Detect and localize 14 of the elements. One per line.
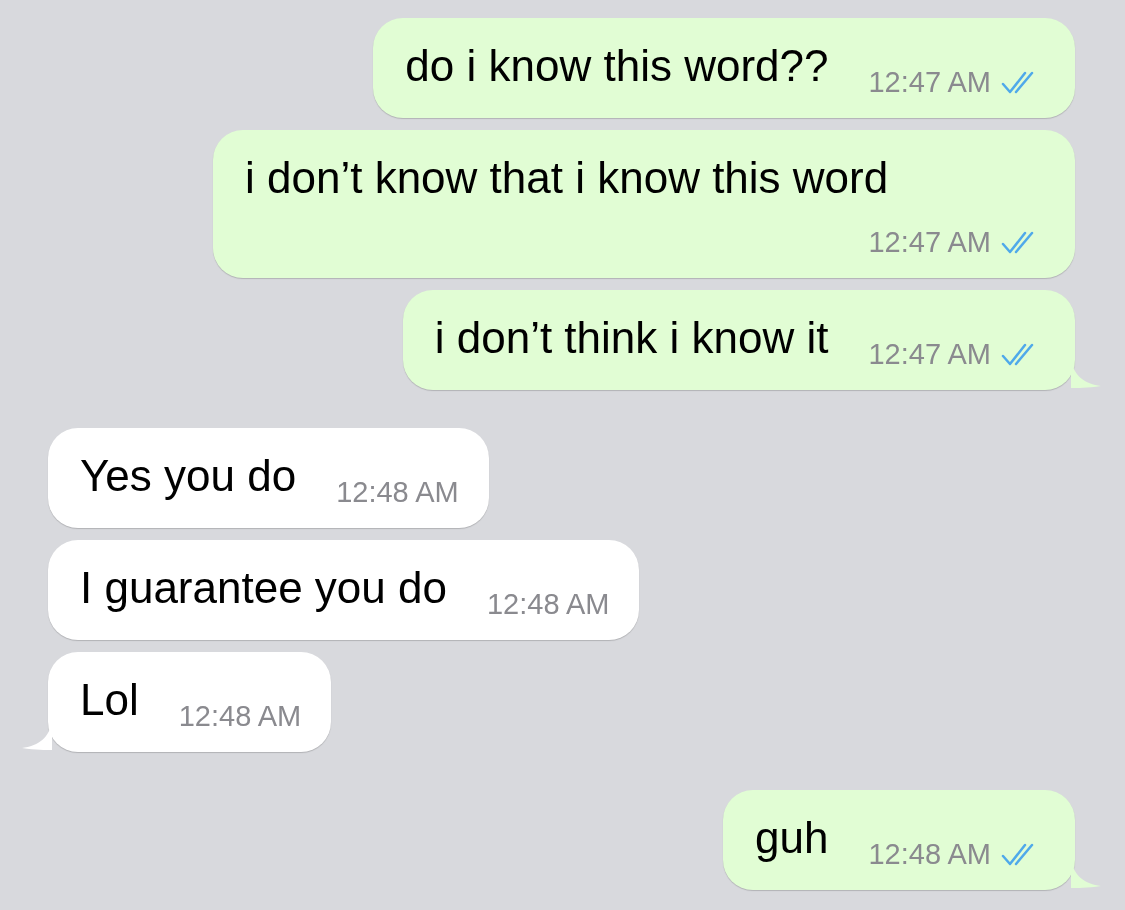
message-text: do i know this word??: [405, 40, 830, 92]
message-time: 12:47 AM: [868, 337, 991, 372]
message-text: I guarantee you do: [80, 562, 448, 614]
message-time: 12:48 AM: [868, 837, 991, 872]
message-time: 12:48 AM: [336, 475, 459, 510]
message-time: 12:48 AM: [178, 699, 302, 734]
message-text: i don’t think i know it: [434, 312, 830, 364]
message-time: 12:47 AM: [868, 65, 991, 100]
message-text: guh: [755, 812, 830, 864]
message-time: 12:48 AM: [486, 587, 610, 622]
message-text: i don’t know that i know this word: [245, 152, 890, 204]
message-text: Lol: [80, 674, 140, 726]
message-text: Yes you do: [80, 450, 298, 502]
message-time: 12:47 AM: [868, 225, 991, 260]
